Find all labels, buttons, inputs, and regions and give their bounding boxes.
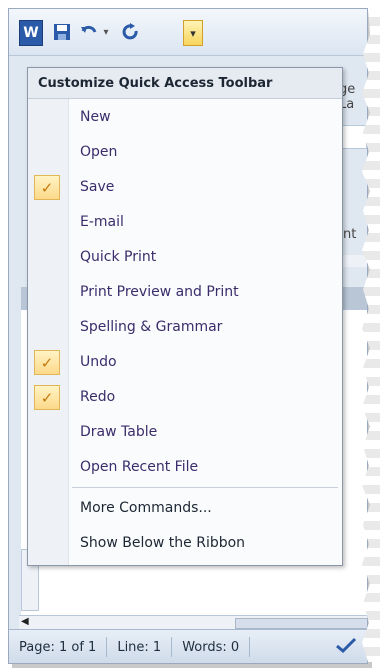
customize-qat-button[interactable]: ▾ bbox=[183, 20, 203, 46]
check-icon[interactable] bbox=[335, 636, 357, 659]
menu-item-label: Quick Print bbox=[80, 248, 157, 265]
redo-icon[interactable] bbox=[121, 20, 141, 44]
menu-separator bbox=[72, 487, 338, 488]
menu-item-undo[interactable]: ✓ Undo bbox=[28, 344, 342, 379]
status-page[interactable]: Page: 1 of 1 bbox=[9, 637, 108, 657]
status-bar: Page: 1 of 1 Line: 1 Words: 0 bbox=[9, 629, 367, 663]
status-line[interactable]: Line: 1 bbox=[107, 637, 173, 657]
more-commands-item[interactable]: More Commands... bbox=[28, 490, 342, 525]
menu-item-label: E-mail bbox=[80, 213, 124, 230]
customize-qat-menu: Customize Quick Access Toolbar New Open … bbox=[27, 67, 343, 566]
quick-access-toolbar: W ▾ ▾ bbox=[9, 9, 367, 56]
menu-item-open-recent[interactable]: Open Recent File bbox=[28, 449, 342, 484]
check-icon: ✓ bbox=[34, 350, 60, 375]
menu-item-label: More Commands... bbox=[80, 499, 212, 516]
word-window: W ▾ ▾ ge La nt ◀ Page: 1 of 1 Line: 1 Wo… bbox=[8, 8, 368, 664]
menu-item-label: Open Recent File bbox=[80, 458, 199, 475]
menu-item-print-preview[interactable]: Print Preview and Print bbox=[28, 274, 342, 309]
menu-item-email[interactable]: E-mail bbox=[28, 204, 342, 239]
chevron-down-icon: ▾ bbox=[190, 26, 196, 40]
menu-list: New Open ✓ Save E-mail Quick Print Print … bbox=[28, 99, 342, 560]
menu-item-save[interactable]: ✓ Save bbox=[28, 169, 342, 204]
check-icon: ✓ bbox=[34, 385, 60, 410]
menu-item-spelling[interactable]: Spelling & Grammar bbox=[28, 309, 342, 344]
menu-item-label: Redo bbox=[80, 388, 116, 405]
status-words[interactable]: Words: 0 bbox=[172, 637, 251, 657]
menu-item-redo[interactable]: ✓ Redo bbox=[28, 379, 342, 414]
menu-item-label: Open bbox=[80, 143, 118, 160]
menu-item-label: Spelling & Grammar bbox=[80, 318, 223, 335]
ribbon-tab-partial: ge La bbox=[339, 82, 356, 112]
save-icon[interactable] bbox=[51, 20, 73, 44]
word-icon[interactable]: W bbox=[19, 20, 43, 46]
ribbon-group-partial: nt bbox=[343, 227, 357, 242]
menu-title: Customize Quick Access Toolbar bbox=[28, 68, 342, 99]
menu-item-draw-table[interactable]: Draw Table bbox=[28, 414, 342, 449]
check-icon: ✓ bbox=[34, 175, 60, 200]
menu-item-quick-print[interactable]: Quick Print bbox=[28, 239, 342, 274]
menu-item-label: Draw Table bbox=[80, 423, 158, 440]
show-below-ribbon-item[interactable]: Show Below the Ribbon bbox=[28, 525, 342, 560]
menu-item-label: New bbox=[80, 108, 111, 125]
horizontal-scrollbar[interactable]: ◀ bbox=[19, 615, 367, 630]
menu-item-open[interactable]: Open bbox=[28, 134, 342, 169]
menu-item-label: Show Below the Ribbon bbox=[80, 534, 246, 551]
scroll-left-icon[interactable]: ◀ bbox=[21, 616, 29, 627]
menu-item-label: Print Preview and Print bbox=[80, 283, 239, 300]
undo-icon[interactable] bbox=[79, 20, 99, 44]
menu-item-new[interactable]: New bbox=[28, 99, 342, 134]
menu-item-label: Save bbox=[80, 178, 115, 195]
scroll-thumb[interactable] bbox=[235, 618, 367, 629]
undo-dropdown-icon[interactable]: ▾ bbox=[101, 20, 111, 44]
menu-item-label: Undo bbox=[80, 353, 117, 370]
